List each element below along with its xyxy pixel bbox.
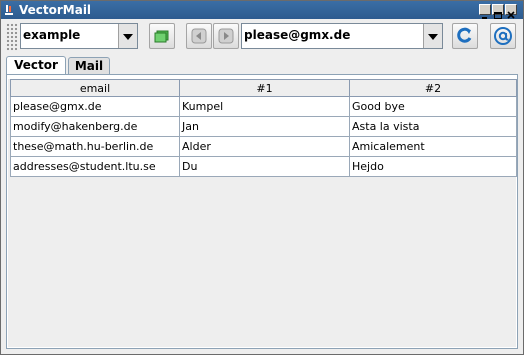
chevron-down-icon[interactable] xyxy=(423,24,442,48)
app-window: VectorMail example please@gmx.de Vector … xyxy=(0,0,524,355)
cell-email[interactable]: these@math.hu-berlin.de xyxy=(10,136,180,157)
table-row[interactable]: these@math.hu-berlin.de Alder Amicalemen… xyxy=(10,136,517,157)
close-button[interactable] xyxy=(505,4,517,19)
new-message-button[interactable] xyxy=(149,23,175,49)
next-button[interactable] xyxy=(213,23,239,49)
title-bar[interactable]: VectorMail xyxy=(1,1,523,19)
green-card-icon xyxy=(154,30,169,43)
vector-panel: email #1 #2 please@gmx.de Kumpel Good by… xyxy=(6,74,518,349)
refresh-icon xyxy=(457,27,472,43)
cell-email[interactable]: modify@hakenberg.de xyxy=(10,116,180,137)
table-row[interactable]: modify@hakenberg.de Jan Asta la vista xyxy=(10,116,517,137)
table-row[interactable]: please@gmx.de Kumpel Good bye xyxy=(10,96,517,117)
cell-2[interactable]: Amicalement xyxy=(349,136,517,157)
cell-1[interactable]: Jan xyxy=(179,116,350,137)
cell-1[interactable]: Alder xyxy=(179,136,350,157)
profile-combo[interactable]: example xyxy=(20,23,138,49)
window-title: VectorMail xyxy=(19,3,92,17)
cell-email[interactable]: addresses@student.ltu.se xyxy=(10,156,180,177)
cell-1[interactable]: Du xyxy=(179,156,350,177)
table-row[interactable]: addresses@student.ltu.se Du Hejdo xyxy=(10,156,517,177)
maximize-button[interactable] xyxy=(492,4,504,19)
toolbar-grip[interactable] xyxy=(6,23,18,51)
cell-2[interactable]: Hejdo xyxy=(349,156,517,177)
tab-vector[interactable]: Vector xyxy=(6,56,66,75)
arrow-right-icon xyxy=(218,28,234,44)
tab-mail[interactable]: Mail xyxy=(68,57,110,75)
email-combo[interactable]: please@gmx.de xyxy=(241,23,443,49)
send-mail-button[interactable] xyxy=(490,23,516,49)
cell-email[interactable]: please@gmx.de xyxy=(10,96,180,117)
column-header-1[interactable]: #1 xyxy=(179,79,350,97)
table-viewport: email #1 #2 please@gmx.de Kumpel Good by… xyxy=(8,79,517,347)
email-combo-value: please@gmx.de xyxy=(244,28,351,42)
table-header-row: email #1 #2 xyxy=(10,79,517,97)
java-app-icon xyxy=(5,5,13,15)
cell-1[interactable]: Kumpel xyxy=(179,96,350,117)
previous-button[interactable] xyxy=(186,23,212,49)
column-header-email[interactable]: email xyxy=(10,79,180,97)
profile-combo-value: example xyxy=(23,28,81,42)
address-table: email #1 #2 please@gmx.de Kumpel Good by… xyxy=(10,79,517,177)
minimize-button[interactable] xyxy=(479,4,491,19)
column-header-2[interactable]: #2 xyxy=(349,79,517,97)
cell-2[interactable]: Asta la vista xyxy=(349,116,517,137)
chevron-down-icon[interactable] xyxy=(118,24,137,48)
toolbar: example please@gmx.de xyxy=(1,19,523,55)
cell-2[interactable]: Good bye xyxy=(349,96,517,117)
refresh-button[interactable] xyxy=(452,23,478,49)
arrow-left-icon xyxy=(191,28,207,44)
at-sign-icon xyxy=(494,27,512,45)
